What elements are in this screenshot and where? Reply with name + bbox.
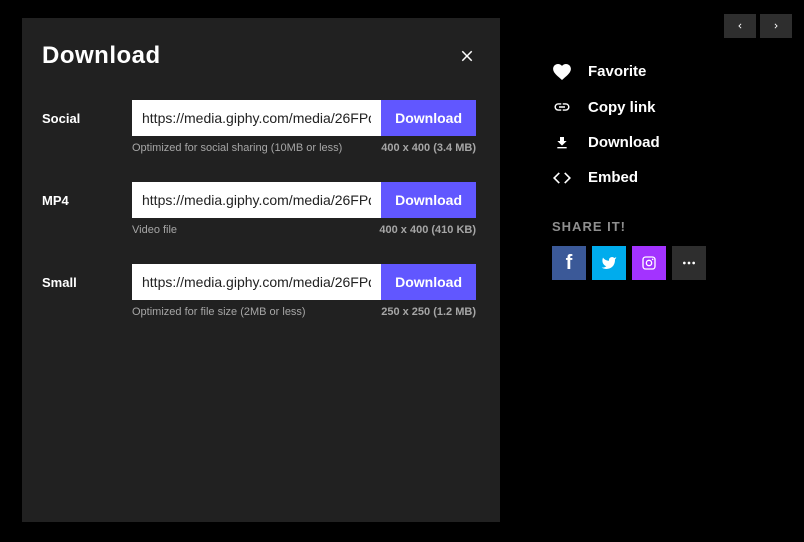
download-icon xyxy=(552,135,572,151)
favorite-label: Favorite xyxy=(588,63,646,80)
row-label: MP4 xyxy=(38,193,132,208)
chevron-right-icon xyxy=(771,21,781,31)
copy-link-action[interactable]: Copy link xyxy=(552,89,772,125)
row-meta: 400 x 400 (410 KB) xyxy=(379,224,476,236)
download-modal: Download Social Download Optimized for s… xyxy=(22,18,500,522)
instagram-icon xyxy=(641,255,657,271)
row-desc: Optimized for file size (2MB or less) xyxy=(132,306,306,318)
embed-action[interactable]: Embed xyxy=(552,160,772,195)
url-input-mp4[interactable] xyxy=(132,182,381,218)
url-input-small[interactable] xyxy=(132,264,381,300)
embed-icon xyxy=(552,171,572,185)
heart-icon xyxy=(552,64,572,80)
copy-link-label: Copy link xyxy=(588,99,656,116)
embed-label: Embed xyxy=(588,169,638,186)
download-button-small[interactable]: Download xyxy=(381,264,476,300)
share-instagram-button[interactable] xyxy=(632,246,666,280)
twitter-icon xyxy=(601,255,617,271)
side-panel: Favorite Copy link Download Embed xyxy=(552,0,772,542)
next-button[interactable] xyxy=(760,14,792,38)
download-label: Download xyxy=(588,134,660,151)
download-row-social: Social Download xyxy=(38,100,476,136)
row-desc: Optimized for social sharing (10MB or le… xyxy=(132,142,342,154)
close-icon[interactable] xyxy=(458,47,476,65)
prev-button[interactable] xyxy=(724,14,756,38)
share-facebook-button[interactable]: f xyxy=(552,246,586,280)
share-title: SHARE IT! xyxy=(552,219,772,234)
chevron-left-icon xyxy=(735,21,745,31)
facebook-icon: f xyxy=(566,252,573,275)
download-button-mp4[interactable]: Download xyxy=(381,182,476,218)
ellipsis-icon xyxy=(681,255,697,271)
link-icon xyxy=(552,98,572,116)
share-more-button[interactable] xyxy=(672,246,706,280)
share-twitter-button[interactable] xyxy=(592,246,626,280)
favorite-action[interactable]: Favorite xyxy=(552,54,772,89)
row-meta: 400 x 400 (3.4 MB) xyxy=(381,142,476,154)
row-label: Small xyxy=(38,275,132,290)
download-action[interactable]: Download xyxy=(552,125,772,160)
modal-title: Download xyxy=(42,42,161,70)
download-row-small: Small Download xyxy=(38,264,476,300)
row-meta: 250 x 250 (1.2 MB) xyxy=(381,306,476,318)
row-label: Social xyxy=(38,111,132,126)
download-row-mp4: MP4 Download xyxy=(38,182,476,218)
row-desc: Video file xyxy=(132,224,177,236)
url-input-social[interactable] xyxy=(132,100,381,136)
download-button-social[interactable]: Download xyxy=(381,100,476,136)
